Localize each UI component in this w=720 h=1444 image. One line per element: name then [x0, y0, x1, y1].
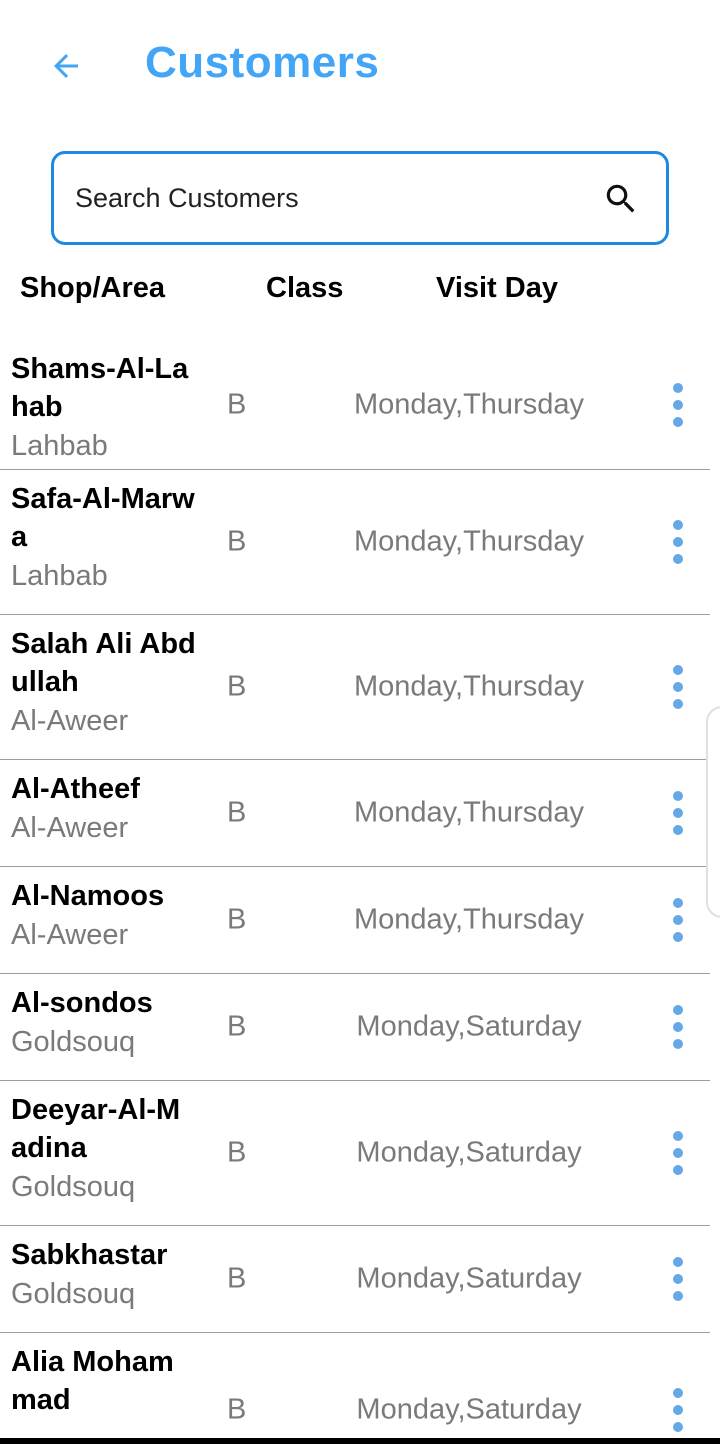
search-bar: [51, 151, 669, 245]
customer-row[interactable]: Al-Atheef Al-Aweer B Monday,Thursday: [0, 760, 710, 867]
class-value: B: [227, 903, 247, 936]
class-value: B: [227, 525, 247, 558]
visit-day-value: Monday,Thursday: [354, 796, 584, 829]
area-name: Al-Aweer: [11, 705, 129, 737]
visit-day-value: Monday,Thursday: [354, 670, 584, 703]
customer-row[interactable]: Sabkhastar Goldsouq B Monday,Saturday: [0, 1226, 710, 1333]
shop-area-cell: Alia Mohammad: [11, 1333, 196, 1423]
shop-name: Al-Namoos: [11, 880, 165, 912]
customer-row[interactable]: Deeyar-Al-Madina Goldsouq B Monday,Satur…: [0, 1081, 710, 1226]
edge-panel-handle[interactable]: [706, 706, 720, 918]
shop-area-cell: Shams-Al-Lahab Lahbab: [11, 340, 196, 470]
bottom-edge: [0, 1438, 720, 1444]
visit-day-value: Monday,Saturday: [356, 1262, 582, 1295]
more-vert-icon: [673, 1257, 683, 1267]
area-name: Goldsouq: [11, 1171, 136, 1203]
shop-area-cell: Safa-Al-Marwa Lahbab: [11, 470, 196, 600]
search-input[interactable]: [75, 154, 575, 242]
customer-row[interactable]: Salah Ali Abdullah Al-Aweer B Monday,Thu…: [0, 615, 710, 760]
shop-name: Sabkhastar: [11, 1239, 168, 1271]
arrow-left-icon: [54, 54, 78, 78]
more-options-button[interactable]: [662, 1131, 694, 1175]
customer-row[interactable]: Shams-Al-Lahab Lahbab B Monday,Thursday: [0, 340, 710, 470]
shop-name: Shams-Al-Lahab: [11, 353, 189, 423]
more-options-button[interactable]: [662, 791, 694, 835]
shop-name: Deeyar-Al-Madina: [11, 1094, 181, 1164]
column-header-class[interactable]: Class: [266, 272, 343, 305]
class-value: B: [227, 1262, 247, 1295]
area-name: Goldsouq: [11, 1278, 136, 1310]
visit-day-value: Monday,Thursday: [354, 388, 584, 420]
column-header-visit-day[interactable]: Visit Day: [436, 272, 558, 305]
more-vert-icon: [673, 1005, 683, 1015]
shop-area-cell: Al-Namoos Al-Aweer: [11, 867, 196, 959]
more-vert-icon: [673, 791, 683, 801]
customer-row[interactable]: Safa-Al-Marwa Lahbab B Monday,Thursday: [0, 470, 710, 615]
visit-day-value: Monday,Saturday: [356, 1136, 582, 1169]
class-value: B: [227, 1136, 247, 1169]
class-value: B: [227, 1393, 247, 1426]
shop-name: Alia Mohammad: [11, 1346, 174, 1416]
column-header-shop-area[interactable]: Shop/Area: [20, 272, 165, 305]
area-name: Al-Aweer: [11, 812, 129, 844]
visit-day-value: Monday,Saturday: [356, 1393, 582, 1426]
more-vert-icon: [673, 665, 683, 675]
more-options-button[interactable]: [662, 520, 694, 564]
more-vert-icon: [673, 898, 683, 908]
more-options-button[interactable]: [662, 1005, 694, 1049]
more-options-button[interactable]: [662, 665, 694, 709]
app-bar: Customers: [0, 0, 720, 130]
class-value: B: [227, 1010, 247, 1043]
area-name: Lahbab: [11, 430, 108, 462]
customer-row[interactable]: Al-Namoos Al-Aweer B Monday,Thursday: [0, 867, 710, 974]
back-button[interactable]: [40, 40, 92, 92]
page-title: Customers: [145, 38, 380, 87]
search-icon[interactable]: [602, 180, 640, 218]
more-vert-icon: [673, 1388, 683, 1398]
shop-area-cell: Sabkhastar Goldsouq: [11, 1226, 196, 1318]
visit-day-value: Monday,Thursday: [354, 525, 584, 558]
column-headers: Shop/Area Class Visit Day: [0, 272, 720, 320]
visit-day-value: Monday,Thursday: [354, 903, 584, 936]
more-options-button[interactable]: [662, 898, 694, 942]
class-value: B: [227, 670, 247, 703]
class-value: B: [227, 796, 247, 829]
customer-row[interactable]: Alia Mohammad B Monday,Saturday: [0, 1333, 710, 1433]
more-vert-icon: [673, 1131, 683, 1141]
customer-row[interactable]: Al-sondos Goldsouq B Monday,Saturday: [0, 974, 710, 1081]
shop-area-cell: Al-Atheef Al-Aweer: [11, 760, 196, 852]
shop-name: Al-sondos: [11, 987, 153, 1019]
more-vert-icon: [673, 382, 683, 393]
more-vert-icon: [673, 520, 683, 530]
shop-area-cell: Deeyar-Al-Madina Goldsouq: [11, 1081, 196, 1211]
customer-list: Shams-Al-Lahab Lahbab B Monday,Thursday …: [0, 340, 720, 1433]
shop-area-cell: Salah Ali Abdullah Al-Aweer: [11, 615, 196, 745]
area-name: Al-Aweer: [11, 919, 129, 951]
class-value: B: [227, 388, 247, 420]
shop-area-cell: Al-sondos Goldsouq: [11, 974, 196, 1066]
more-options-button[interactable]: [662, 382, 694, 427]
more-options-button[interactable]: [662, 1388, 694, 1432]
area-name: Goldsouq: [11, 1026, 136, 1058]
visit-day-value: Monday,Saturday: [356, 1010, 582, 1043]
more-options-button[interactable]: [662, 1257, 694, 1301]
shop-name: Al-Atheef: [11, 773, 140, 805]
area-name: Lahbab: [11, 560, 108, 592]
shop-name: Salah Ali Abdullah: [11, 628, 196, 698]
shop-name: Safa-Al-Marwa: [11, 483, 195, 553]
